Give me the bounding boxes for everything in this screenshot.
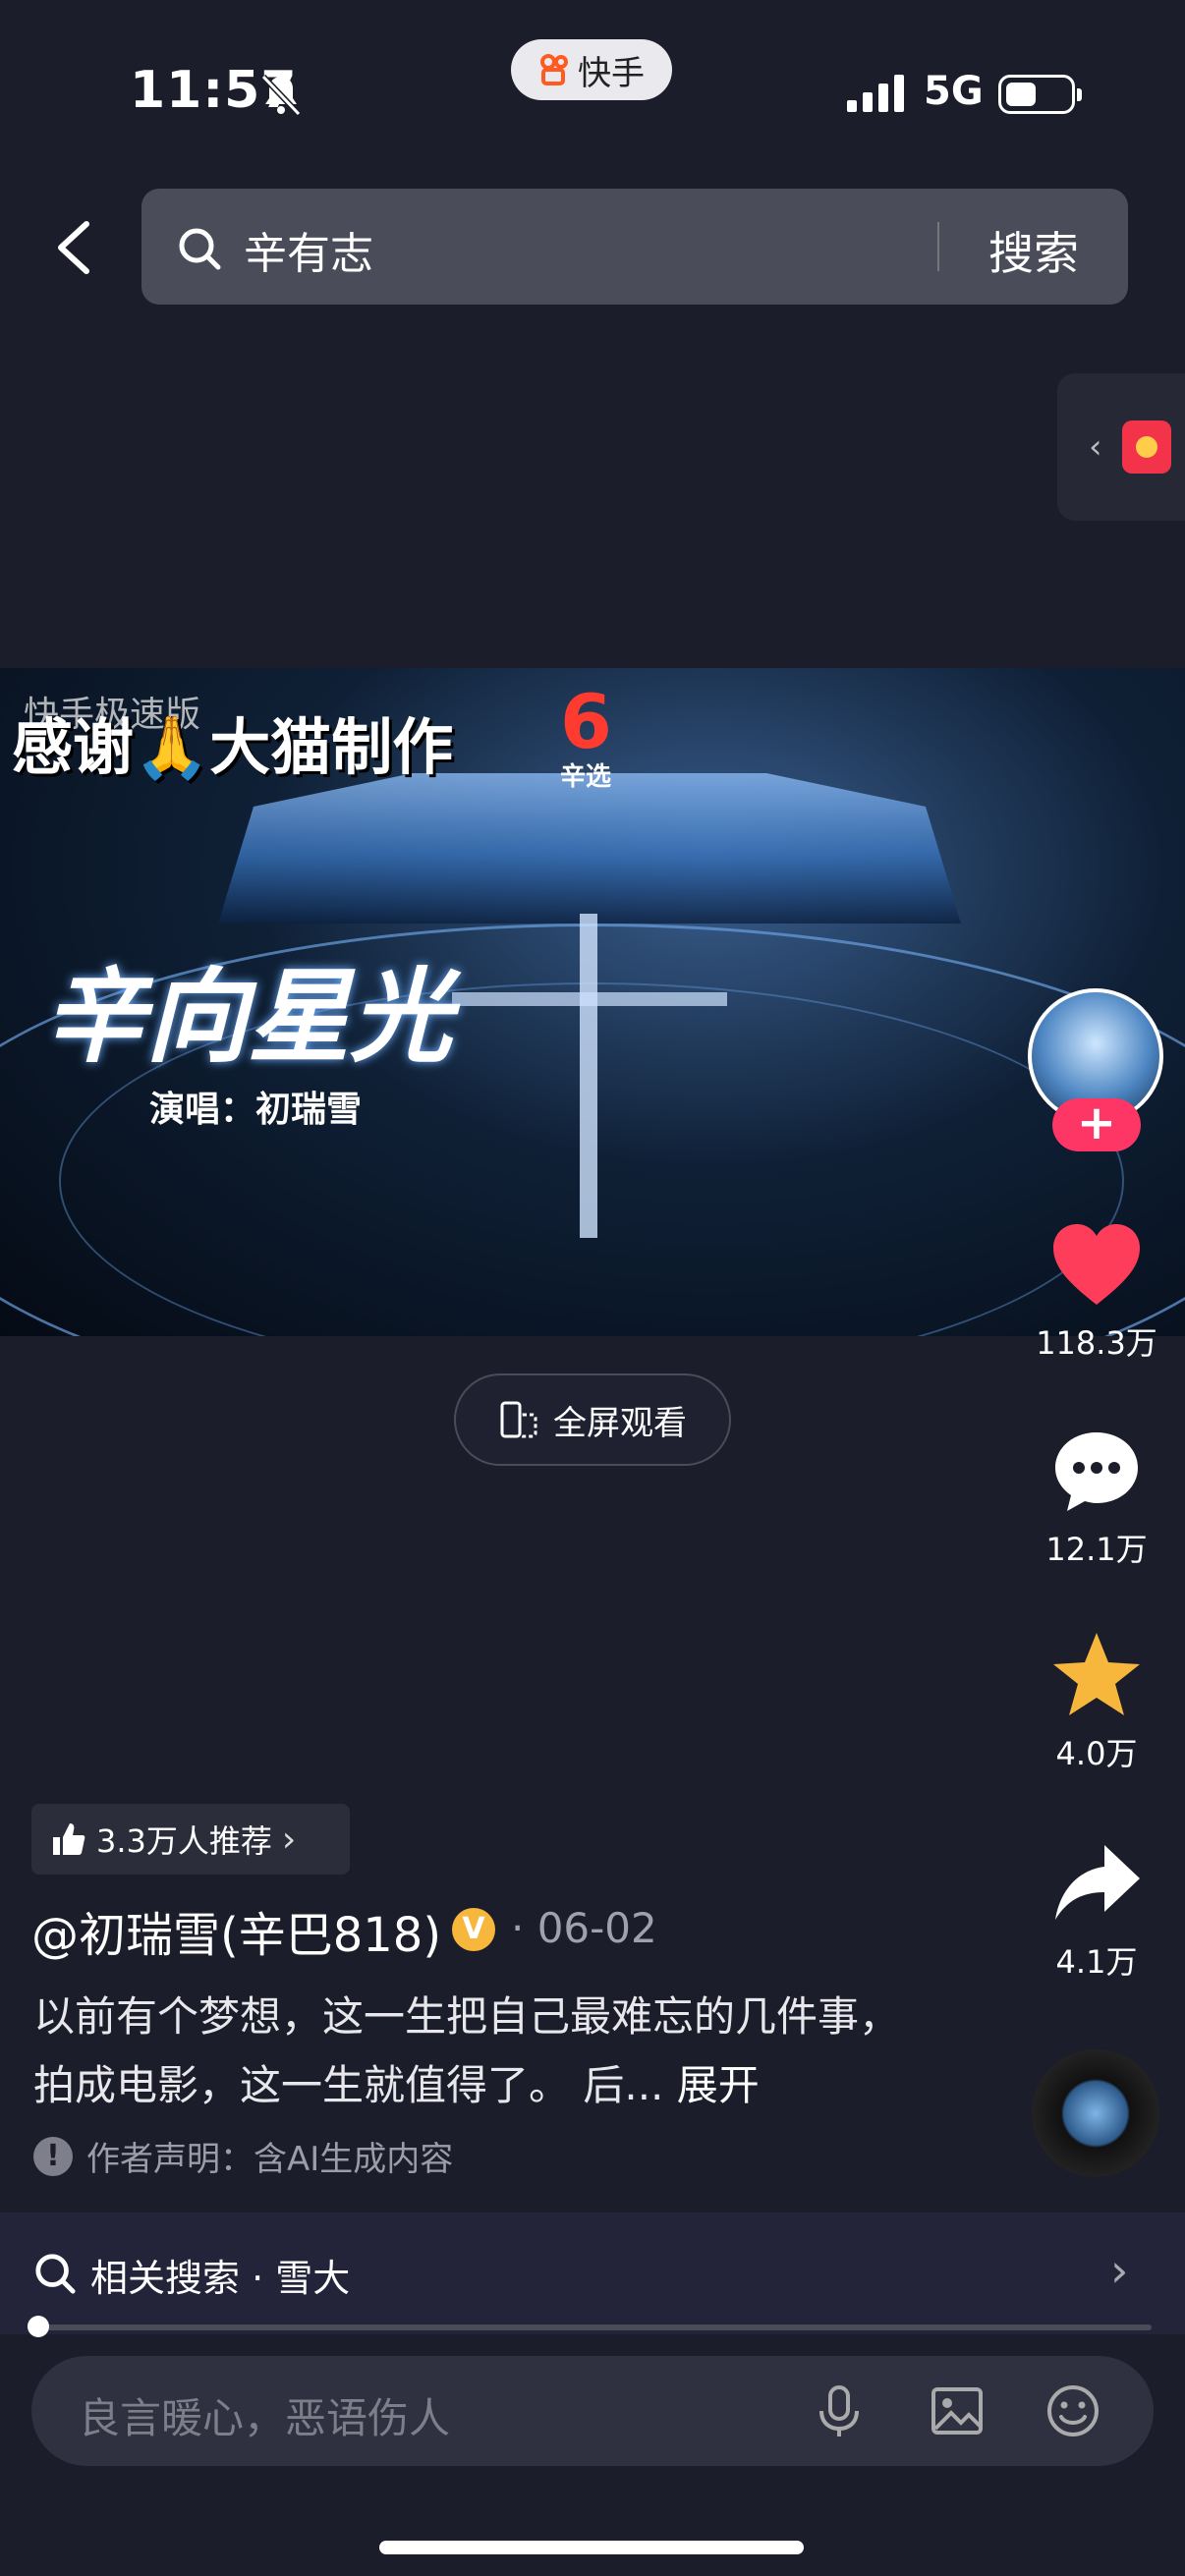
post-date: · 06-02 xyxy=(511,1904,657,1952)
microphone-icon[interactable] xyxy=(810,2381,869,2440)
favorite-count: 4.0万 xyxy=(1055,1735,1138,1772)
brand-logo-sub: 辛选 xyxy=(560,762,612,792)
follow-button[interactable]: + xyxy=(1052,1098,1141,1151)
exclamation-icon: ! xyxy=(33,2136,73,2176)
like-count: 118.3万 xyxy=(1036,1324,1157,1362)
chevron-right-icon: › xyxy=(281,1819,297,1860)
comment-count: 12.1万 xyxy=(1045,1531,1148,1568)
search-divider xyxy=(937,222,939,271)
video-progress-bar[interactable] xyxy=(28,2316,1152,2337)
thumbs-up-icon xyxy=(53,1823,85,1855)
runway-graphic xyxy=(580,914,597,1238)
chevron-right-icon: › xyxy=(1110,2244,1129,2297)
chevron-left-icon: ‹ xyxy=(1089,427,1102,467)
video-singer-line: 演唱：初瑞雪 xyxy=(149,1090,363,1130)
share-button[interactable]: 4.1万 xyxy=(1028,1839,1165,1983)
comment-button[interactable]: 12.1万 xyxy=(1028,1427,1165,1570)
back-arrow-icon[interactable] xyxy=(51,218,100,277)
rotate-screen-icon xyxy=(500,1401,537,1438)
app-indicator-pill[interactable]: 快手 xyxy=(511,39,672,100)
emoji-icon[interactable] xyxy=(1044,2381,1102,2440)
declaration-text: 作者声明：含AI生成内容 xyxy=(86,2140,454,2179)
brand-logo-icon: 6 xyxy=(560,678,612,765)
comment-placeholder: 良言暖心，恶语伤人 xyxy=(79,2394,451,2442)
recommend-chip[interactable]: 3.3万人推荐 › xyxy=(31,1804,350,1875)
network-type: 5G xyxy=(924,69,984,114)
share-arrow-icon xyxy=(1055,1845,1140,1920)
comment-bubble-icon xyxy=(1055,1432,1138,1511)
signal-icon xyxy=(847,75,904,112)
expand-link[interactable]: 展开 xyxy=(677,2061,760,2109)
related-search-label: 相关搜索 · 雪大 xyxy=(90,2257,351,2300)
recommend-label: 3.3万人推荐 xyxy=(96,1822,272,1860)
progress-knob[interactable] xyxy=(28,2316,49,2337)
search-icon xyxy=(179,228,221,270)
red-packet-tab[interactable]: ‹ xyxy=(1057,373,1185,521)
video-description[interactable]: 以前有个梦想，这一生把自己最难忘的几件事，拍成电影，这一生就值得了。 后... … xyxy=(33,1983,918,2120)
image-icon[interactable] xyxy=(928,2381,987,2440)
video-song-title: 辛向星光 xyxy=(43,956,453,1077)
author-name[interactable]: @初瑞雪(辛巴818) xyxy=(31,1896,441,1965)
red-envelope-icon xyxy=(1122,420,1171,474)
video-player[interactable]: 快手极速版 感谢🙏大猫制作 6 辛选 辛向星光 演唱：初瑞雪 xyxy=(0,668,1185,1336)
battery-icon xyxy=(998,75,1082,114)
video-overlay-caption: 感谢🙏大猫制作 xyxy=(12,711,454,783)
search-bar[interactable]: 辛有志 搜索 xyxy=(141,189,1128,305)
fullscreen-button[interactable]: 全屏观看 xyxy=(454,1373,731,1466)
runway-cross-graphic xyxy=(452,992,727,1006)
related-search-row[interactable]: 相关搜索 · 雪大 › xyxy=(0,2212,1185,2334)
description-text: 以前有个梦想，这一生把自己最难忘的几件事，拍成电影，这一生就值得了。 后... xyxy=(33,1992,901,2109)
search-button[interactable]: 搜索 xyxy=(988,218,1079,283)
mute-bell-icon xyxy=(260,74,302,117)
fullscreen-label: 全屏观看 xyxy=(553,1403,687,1443)
share-count: 4.1万 xyxy=(1055,1943,1138,1981)
heart-icon xyxy=(1053,1224,1140,1305)
search-input[interactable]: 辛有志 xyxy=(244,218,373,281)
verified-badge-icon: V xyxy=(452,1908,495,1951)
search-icon xyxy=(35,2254,76,2294)
like-button[interactable]: 118.3万 xyxy=(1028,1220,1165,1364)
star-icon xyxy=(1053,1633,1140,1715)
comment-input[interactable]: 良言暖心，恶语伤人 xyxy=(31,2356,1154,2466)
kuaishou-logo-icon xyxy=(540,54,568,85)
home-indicator[interactable] xyxy=(379,2541,804,2554)
author-declaration: ! 作者声明：含AI生成内容 xyxy=(33,2132,453,2180)
music-disc[interactable] xyxy=(1032,2049,1159,2177)
favorite-button[interactable]: 4.0万 xyxy=(1028,1631,1165,1774)
app-pill-label: 快手 xyxy=(578,53,645,93)
